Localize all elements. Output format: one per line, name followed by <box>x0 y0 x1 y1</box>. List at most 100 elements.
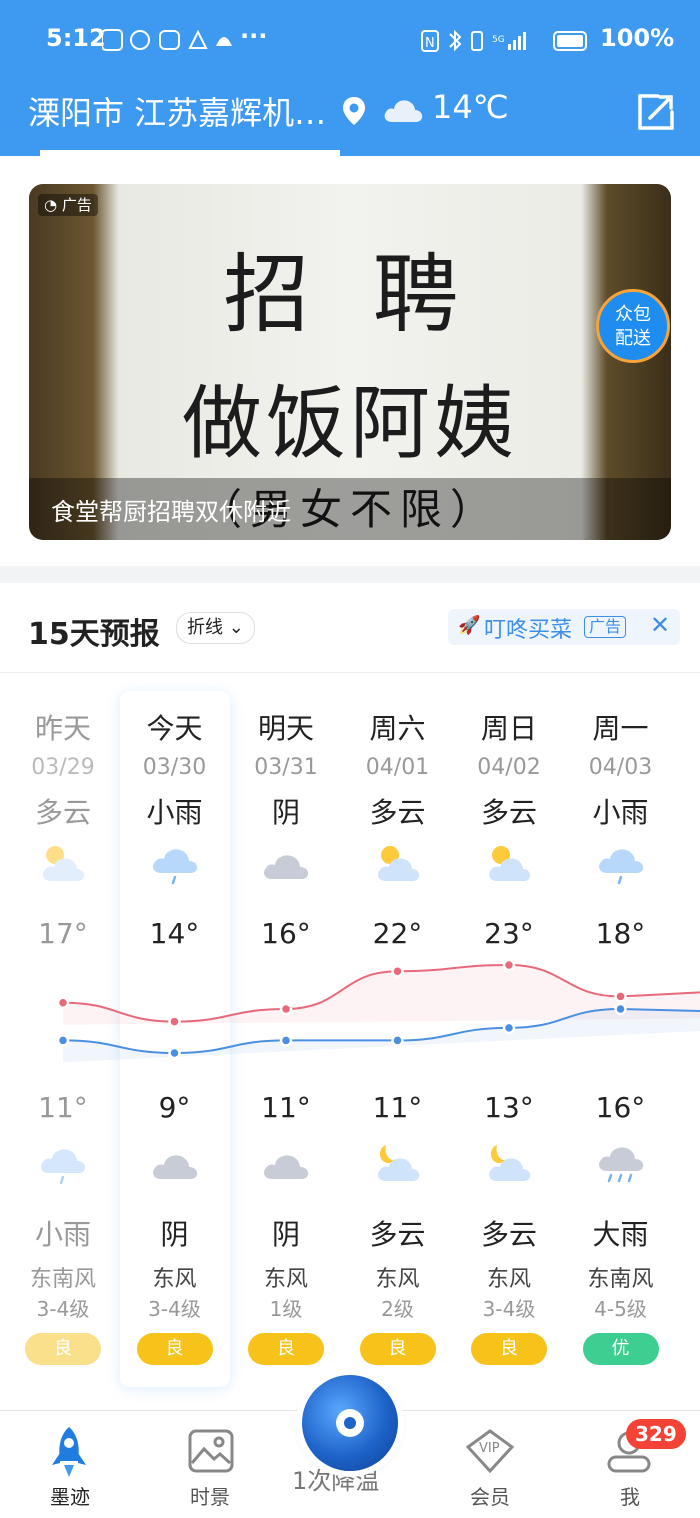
location-pin-icon[interactable] <box>342 96 366 130</box>
low-temperature: 16° <box>595 1091 646 1124</box>
wind-direction: 东风 <box>375 1267 420 1292</box>
badge-line2: 配送 <box>615 328 651 349</box>
temperature-point <box>56 1034 70 1047</box>
image-icon[interactable] <box>188 1429 234 1477</box>
ad-caption: 食堂帮厨招聘双休附近 <box>51 498 291 526</box>
app-header: 5:12 ··· N 5G 100% 溧阳市 江苏嘉辉机… 14℃ <box>0 0 700 156</box>
promo-ad-tag: 广告 <box>584 616 627 638</box>
temperature-point <box>502 958 516 972</box>
ad-tag: ◔ 广告 <box>38 194 98 216</box>
promo-banner[interactable]: 🚀 叮咚买菜 广告 ✕ <box>448 609 680 645</box>
status-more: ··· <box>240 22 268 50</box>
temperature-trend-chart <box>56 958 700 1063</box>
ad-tag-icon: ◔ <box>44 196 62 214</box>
temperature-point <box>279 1034 293 1047</box>
aqi-label: 良 <box>471 1333 547 1365</box>
svg-text:VIP: VIP <box>479 1441 500 1456</box>
aqi-badge: 优 <box>582 1333 659 1365</box>
aqi-label: 优 <box>582 1333 659 1365</box>
status-app-icons <box>101 28 262 56</box>
ad-image-line2: 做饭阿姨 <box>182 377 518 470</box>
vip-icon[interactable]: VIP <box>465 1429 515 1477</box>
heavy-rain-icon <box>598 1147 643 1183</box>
temperature-point <box>391 965 404 978</box>
nav-label-moji[interactable]: 墨迹 <box>20 1481 120 1510</box>
day-name: 周一 <box>592 712 649 745</box>
low-temperature: 9° <box>158 1091 191 1124</box>
svg-text:5G: 5G <box>492 35 505 45</box>
nav-label-vip[interactable]: 会员 <box>440 1481 540 1510</box>
rocket-icon[interactable] <box>50 1425 88 1483</box>
current-temperature: 14℃ <box>432 88 509 126</box>
promo-close-icon[interactable]: ✕ <box>650 611 670 639</box>
aqi-label: 良 <box>248 1333 324 1365</box>
svg-text:N: N <box>425 36 435 51</box>
globe-button[interactable] <box>302 1375 398 1471</box>
night-condition: 多云 <box>369 1218 426 1251</box>
light-rain-icon <box>598 849 643 885</box>
wind-direction: 东南风 <box>587 1267 654 1292</box>
promo-text: 叮咚买菜 <box>484 618 573 643</box>
day-name: 明天 <box>257 712 314 745</box>
overcast-icon <box>264 855 309 879</box>
cloudy-icon <box>382 96 424 128</box>
partly-cloudy-icon <box>43 846 85 881</box>
status-battery: 100% <box>600 24 675 52</box>
nav-label-me[interactable]: 我 <box>580 1481 680 1510</box>
aqi-label: 良 <box>359 1333 436 1365</box>
wind-direction: 东南风 <box>29 1267 96 1292</box>
nav-label-scenes[interactable]: 时景 <box>160 1481 260 1510</box>
day-date: 03/30 <box>142 755 207 780</box>
day-condition: 小雨 <box>146 796 203 829</box>
night-condition: 阴 <box>160 1218 189 1251</box>
wind-level: 1级 <box>269 1297 303 1321</box>
ad-image-line1: 招 聘 <box>223 245 477 345</box>
notification-badge: 329 <box>626 1419 686 1449</box>
day-condition: 小雨 <box>592 796 649 829</box>
night-condition: 阴 <box>271 1218 300 1251</box>
wind-level: 3-4级 <box>482 1297 536 1321</box>
overcast-icon <box>264 1155 309 1179</box>
wind-direction: 东风 <box>152 1267 197 1292</box>
overcast-icon <box>152 1155 197 1179</box>
wind-level: 2级 <box>381 1297 414 1321</box>
wind-direction: 东风 <box>263 1267 308 1292</box>
status-system-icons: N 5G <box>420 28 590 58</box>
low-temperature: 11° <box>261 1091 311 1124</box>
day-name: 周日 <box>480 712 537 745</box>
low-temperature: 13° <box>484 1091 534 1124</box>
temperature-point <box>168 1046 181 1060</box>
day-date: 04/03 <box>588 755 653 780</box>
share-icon[interactable] <box>636 92 676 136</box>
night-condition: 小雨 <box>34 1218 91 1251</box>
aqi-badge: 良 <box>25 1333 101 1365</box>
low-temperature: 11° <box>372 1091 423 1124</box>
low-temperature: 11° <box>38 1091 88 1124</box>
day-date: 04/01 <box>365 755 430 780</box>
day-name: 周六 <box>369 712 426 745</box>
temperature-point <box>279 1002 293 1016</box>
day-name: 昨天 <box>34 712 91 745</box>
temperature-point <box>56 996 70 1009</box>
light-rain-icon <box>41 1149 86 1185</box>
cloudy-night-icon <box>377 1145 419 1181</box>
wind-level: 3-4级 <box>36 1297 90 1321</box>
day-date: 03/31 <box>254 755 318 780</box>
view-mode-dropdown[interactable]: 折线 ⌄ <box>176 612 255 644</box>
temperature-point <box>168 1015 181 1028</box>
aqi-badge: 良 <box>471 1333 547 1365</box>
crowdsource-delivery-badge[interactable]: 众包 配送 <box>596 289 670 363</box>
temperature-point <box>502 1021 516 1035</box>
aqi-label: 良 <box>25 1333 101 1365</box>
forecast-card: 15天预报 折线 ⌄ 🚀 叮咚买菜 广告 ✕ 昨天 03/29 多云 17° 11° 小雨… <box>0 583 700 1413</box>
wind-level: 4-5级 <box>594 1297 647 1321</box>
globe-dot-icon <box>336 1409 364 1437</box>
location-title[interactable]: 溧阳市 江苏嘉辉机… <box>28 88 326 134</box>
aqi-label: 良 <box>136 1333 213 1365</box>
temperature-point <box>614 990 627 1003</box>
temperature-point <box>391 1034 404 1047</box>
day-date: 04/02 <box>477 755 541 780</box>
partly-cloudy-icon <box>489 846 531 881</box>
wind-level: 3-4级 <box>148 1297 201 1321</box>
forecast-divider <box>0 672 700 673</box>
